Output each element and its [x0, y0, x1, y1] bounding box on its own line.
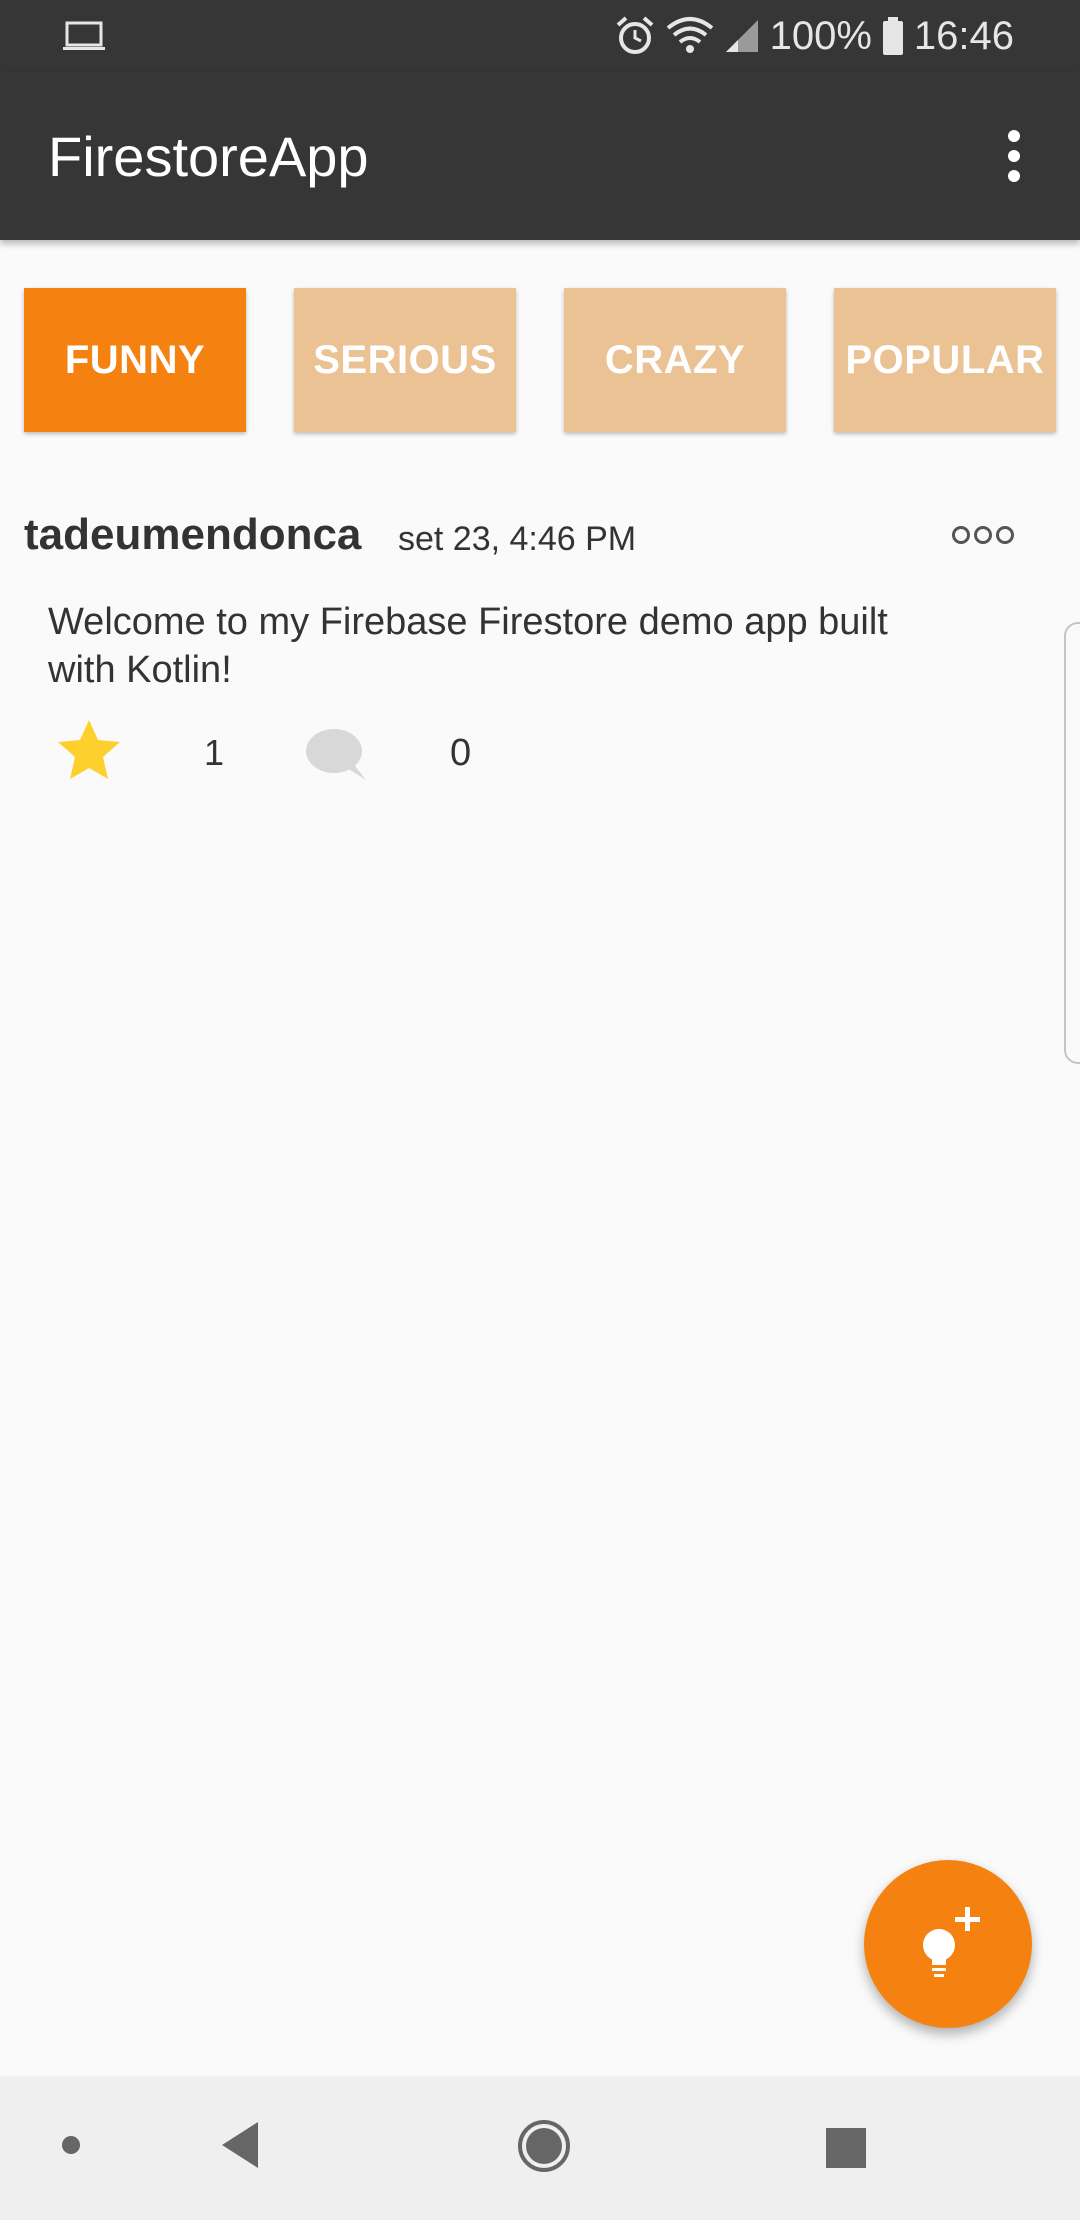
add-post-button[interactable] [864, 1860, 1032, 2028]
tab-funny[interactable]: FUNNY [24, 288, 246, 432]
tab-popular[interactable]: POPULAR [834, 288, 1056, 432]
tab-crazy[interactable]: CRAZY [564, 288, 786, 432]
post-actions: 1 0 [56, 718, 656, 788]
post-options-icon[interactable] [952, 526, 1014, 544]
wifi-icon [666, 17, 713, 53]
alarm-icon [616, 16, 653, 54]
navigation-bar [0, 2076, 1080, 2220]
category-tabs: FUNNY SERIOUS CRAZY POPULAR [0, 288, 1080, 432]
app-bar: FirestoreApp [0, 72, 1080, 240]
more-vert-icon[interactable] [978, 120, 1050, 192]
post-date: set 23, 4:46 PM [398, 520, 637, 558]
post-username[interactable]: tadeumendonca [24, 510, 361, 560]
battery-percent: 100% [769, 13, 872, 58]
post-text: Welcome to my Firebase Firestore demo ap… [48, 601, 888, 691]
comment-icon[interactable] [304, 728, 370, 782]
edge-panel-handle[interactable] [1064, 622, 1080, 1064]
home-icon[interactable] [516, 2118, 572, 2174]
signal-icon [725, 20, 758, 52]
tab-serious[interactable]: SERIOUS [294, 288, 516, 432]
app-title: FirestoreApp [48, 125, 369, 188]
star-icon[interactable] [56, 718, 122, 782]
lightbulb-add-icon [923, 1907, 980, 1977]
battery-icon [882, 17, 903, 55]
back-icon[interactable] [220, 2120, 260, 2170]
clock: 16:46 [913, 13, 1014, 58]
star-count: 1 [204, 732, 225, 773]
recent-apps-icon[interactable] [826, 2128, 866, 2168]
laptop-icon [63, 21, 105, 50]
status-bar: 100% 16:46 [0, 0, 1080, 72]
comment-count: 0 [450, 732, 472, 774]
nav-dot-icon[interactable] [62, 2136, 80, 2154]
